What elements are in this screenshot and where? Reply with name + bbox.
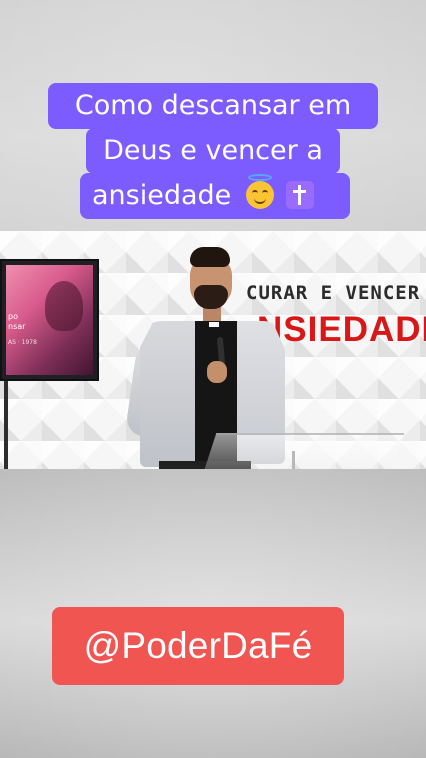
screen-stand xyxy=(4,381,8,469)
clerical-collar xyxy=(209,322,219,327)
smile-mouth-icon xyxy=(253,195,266,204)
wall-screen: po nsar AS · 1978 xyxy=(0,259,99,381)
caption-line-2: Deus e vencer a xyxy=(86,128,340,174)
podium-stand xyxy=(292,451,295,469)
glass-podium xyxy=(204,433,405,469)
speaker-beard xyxy=(194,285,228,309)
smiling-face-with-halo-icon xyxy=(245,173,274,209)
screen-text-1: po xyxy=(8,312,18,321)
caption-line-1: Como descansar em xyxy=(48,83,378,129)
caption-line-3-text: ansiedade xyxy=(92,180,232,211)
speaker-hand xyxy=(207,361,227,383)
caption-line-3: ansiedade xyxy=(80,173,350,219)
screen-text-3: AS · 1978 xyxy=(8,339,37,346)
video-caption: Como descansar em Deus e vencer a ansied… xyxy=(48,83,378,228)
screen-text-2: nsar xyxy=(8,322,26,331)
speaker-jacket-left xyxy=(140,321,202,467)
latin-cross-icon xyxy=(286,180,315,209)
wall-screen-display: po nsar AS · 1978 xyxy=(6,265,93,375)
speaker-hair xyxy=(190,247,230,267)
screen-portrait xyxy=(45,281,83,331)
video-frame[interactable]: po nsar AS · 1978 CURAR E VENCER NSIEDAD… xyxy=(0,231,426,469)
speaker-neck xyxy=(203,307,221,321)
halo-ring-icon xyxy=(247,173,272,181)
channel-handle: @PoderDaFé xyxy=(52,607,344,685)
